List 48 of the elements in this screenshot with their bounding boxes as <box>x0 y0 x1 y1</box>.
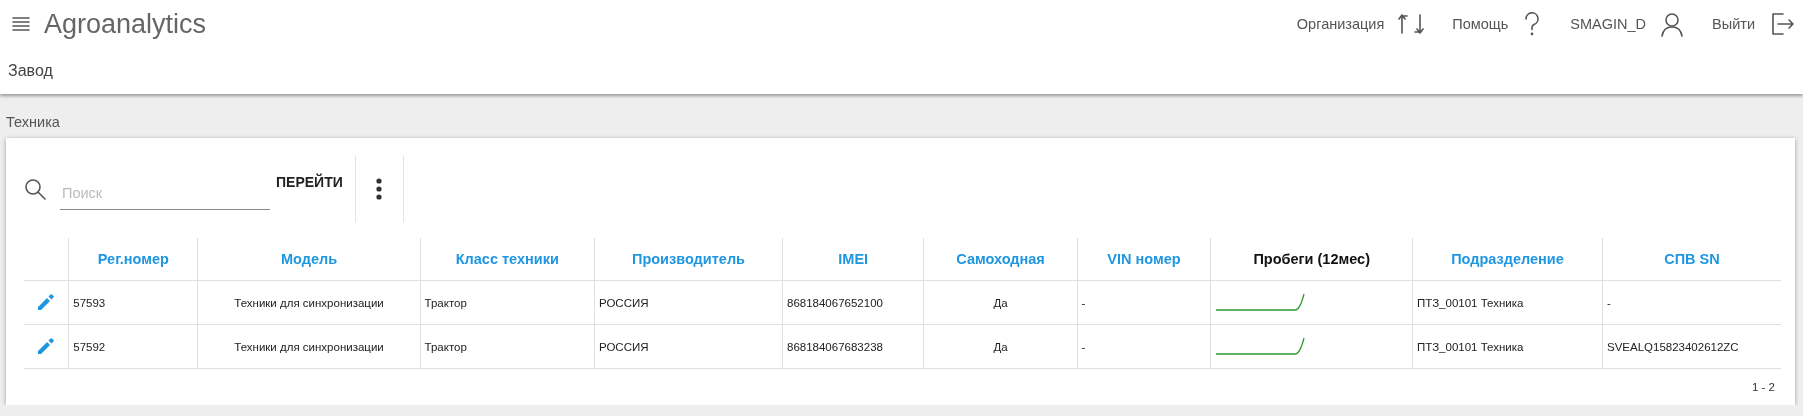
table-cell: 868184067652100 <box>782 280 924 325</box>
nav-link[interactable]: Выйти <box>1712 11 1795 37</box>
table-cell: РОССИЯ <box>594 324 783 369</box>
table-cell: Трактор <box>420 324 595 369</box>
table-cell: РОССИЯ <box>594 280 783 325</box>
table-cell: - <box>1602 280 1781 325</box>
nav-link[interactable]: Помощь <box>1452 11 1543 37</box>
edit-button[interactable] <box>37 336 56 355</box>
edit-button[interactable] <box>37 292 56 311</box>
table-cell: 57592 <box>68 324 198 369</box>
search-icon <box>24 178 46 200</box>
pagination-info: 1 - 2 <box>1752 381 1775 393</box>
table-cell: Техники для синхронизации <box>197 324 421 369</box>
table-cell: SVEALQ15823402612ZC <box>1602 324 1781 369</box>
menu-button[interactable] <box>12 17 30 31</box>
column-header[interactable]: Подразделение <box>1412 238 1603 281</box>
section-title: Техника <box>6 114 60 130</box>
column-header[interactable]: СПВ SN <box>1602 238 1781 281</box>
table-cell: - <box>1077 324 1211 369</box>
column-header: Пробеги (12мес) <box>1210 238 1413 281</box>
column-header[interactable]: Самоходная <box>924 238 1078 281</box>
pencil-icon <box>37 292 56 311</box>
nav-link[interactable]: SMAGIN_D <box>1570 11 1685 37</box>
logout-icon <box>1769 11 1795 37</box>
column-header[interactable]: Рег.номер <box>68 238 198 281</box>
app-title: Agroanalytics <box>44 8 207 40</box>
user-icon <box>1660 11 1685 37</box>
go-button[interactable]: ПЕРЕЙТИ <box>276 156 356 222</box>
column-header[interactable]: Класс техники <box>420 238 595 281</box>
table-cell: 57593 <box>68 280 198 325</box>
page-title: Завод <box>8 62 53 80</box>
table-cell: ПТЗ_00101 Техника <box>1412 324 1603 369</box>
table-cell: - <box>1077 280 1211 325</box>
table-cell: 868184067683238 <box>782 324 924 369</box>
table-cell: Трактор <box>420 280 595 325</box>
menu-icon <box>12 17 30 31</box>
swap-arrows-icon <box>1398 11 1425 37</box>
more-icon <box>376 178 383 200</box>
column-header[interactable]: Модель <box>197 238 421 281</box>
table-cell: ПТЗ_00101 Техника <box>1412 280 1603 325</box>
nav-link[interactable]: Организация <box>1296 11 1425 37</box>
column-header[interactable]: VIN номер <box>1077 238 1211 281</box>
pencil-icon <box>37 336 56 355</box>
column-header[interactable]: IMEI <box>782 238 924 281</box>
column-header[interactable]: Производитель <box>594 238 783 281</box>
table-cell: Техники для синхронизации <box>197 280 421 325</box>
table-cell: Да <box>924 280 1078 325</box>
table-cell: Да <box>924 324 1078 369</box>
